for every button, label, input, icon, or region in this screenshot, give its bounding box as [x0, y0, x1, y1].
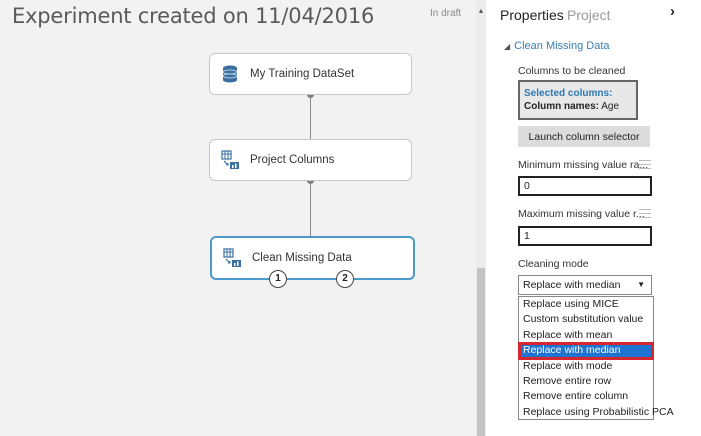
tab-properties[interactable]: Properties — [500, 7, 564, 23]
option-replace-using-mice[interactable]: Replace using MICE — [519, 297, 653, 312]
option-replace-with-mean[interactable]: Replace with mean — [519, 328, 653, 343]
experiment-title[interactable]: Experiment created on 11/04/2016 — [12, 4, 374, 28]
cleaning-mode-options-list: Replace using MICE Custom substitution v… — [518, 296, 674, 420]
column-names-value: Age — [601, 101, 620, 112]
collapse-panel-icon[interactable]: › — [670, 3, 675, 20]
section-title: Clean Missing Data — [514, 40, 610, 52]
min-missing-input[interactable]: 0 — [518, 176, 652, 196]
chevron-down-icon: ▼ — [637, 280, 645, 289]
table-transform-icon — [223, 248, 241, 267]
option-replace-with-median[interactable]: Replace with median — [518, 342, 654, 360]
option-custom-substitution-value[interactable]: Custom substitution value — [519, 312, 653, 327]
parameter-menu-icon[interactable] — [639, 209, 651, 221]
output-port-1[interactable]: 1 — [269, 270, 287, 288]
properties-panel: Properties Project › ◢ Clean Missing Data… — [486, 0, 701, 436]
tab-project[interactable]: Project — [567, 7, 611, 23]
dataset-icon — [222, 65, 238, 83]
module-label: Project Columns — [250, 154, 335, 166]
table-transform-icon — [221, 150, 239, 169]
module-clean-missing-data[interactable]: Clean Missing Data — [210, 236, 415, 280]
output-port-2[interactable]: 2 — [336, 270, 354, 288]
collapse-triangle-icon: ◢ — [504, 42, 511, 51]
module-label: Clean Missing Data — [252, 252, 352, 264]
cleaning-mode-value: Replace with median — [523, 279, 621, 291]
option-replace-using-probabilistic-pca[interactable]: Replace using Probabilistic PCA — [519, 405, 674, 420]
module-my-training-dataset[interactable]: My Training DataSet — [209, 53, 412, 95]
scroll-up-icon[interactable]: ▲ — [477, 8, 485, 16]
connector-line — [310, 95, 311, 141]
cleaning-mode-select[interactable]: Replace with median ▼ — [518, 275, 652, 295]
option-remove-entire-row[interactable]: Remove entire row — [519, 374, 653, 389]
connector-line — [310, 181, 311, 238]
column-names-label: Column names: — [524, 101, 600, 112]
section-header-clean-missing-data[interactable]: ◢ Clean Missing Data — [504, 40, 610, 52]
columns-label: Columns to be cleaned — [518, 65, 626, 77]
scroll-thumb[interactable] — [477, 268, 485, 436]
module-project-columns[interactable]: Project Columns — [209, 139, 412, 181]
cleaning-mode-label: Cleaning mode — [518, 258, 589, 270]
option-replace-with-mode[interactable]: Replace with mode — [519, 359, 653, 374]
selected-columns-box: Selected columns: Column names: Age — [518, 80, 638, 120]
selected-columns-value: Column names: Age — [524, 100, 632, 113]
draft-status: In draft — [430, 8, 462, 19]
parameter-menu-icon[interactable] — [639, 160, 651, 172]
option-remove-entire-column[interactable]: Remove entire column — [519, 389, 653, 404]
experiment-canvas[interactable]: Experiment created on 11/04/2016 In draf… — [0, 0, 476, 436]
selected-columns-title: Selected columns: — [524, 88, 613, 99]
module-label: My Training DataSet — [250, 68, 355, 80]
launch-column-selector-button[interactable]: Launch column selector — [518, 126, 650, 147]
min-missing-label: Minimum missing value ra... — [518, 159, 649, 171]
max-missing-label: Maximum missing value r... — [518, 208, 645, 220]
canvas-scrollbar[interactable]: ▲ — [476, 0, 486, 436]
max-missing-input[interactable]: 1 — [518, 226, 652, 246]
